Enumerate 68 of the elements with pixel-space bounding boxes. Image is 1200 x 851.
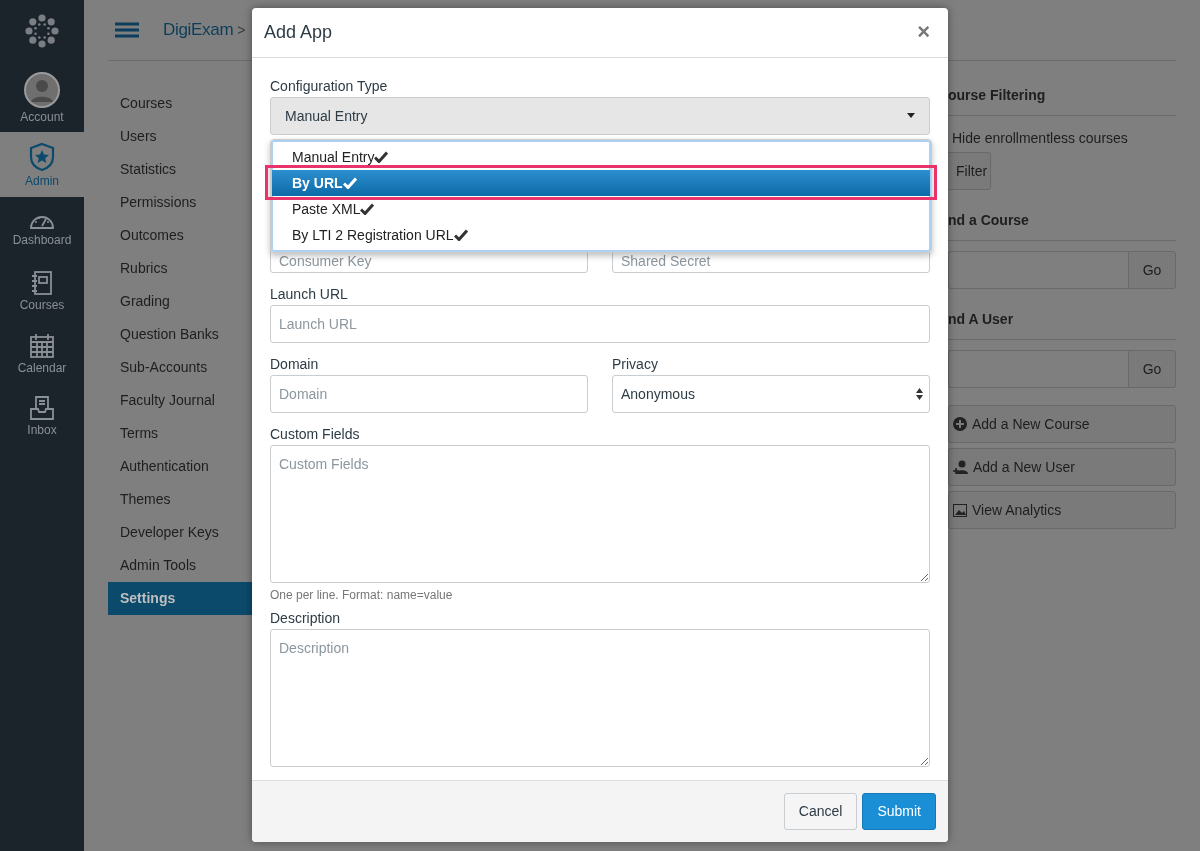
go-button[interactable]: Go xyxy=(1128,350,1176,388)
menu-item[interactable]: Rubrics xyxy=(108,252,252,285)
dropdown-option[interactable]: Paste XML xyxy=(272,195,930,222)
menu-item[interactable]: Users xyxy=(108,120,252,153)
image-icon xyxy=(953,503,967,517)
menu-item[interactable]: Themes xyxy=(108,483,252,516)
plus-circle-icon xyxy=(953,417,967,431)
configuration-type-select[interactable]: Manual Entry xyxy=(270,96,930,135)
menu-item[interactable]: Outcomes xyxy=(108,219,252,252)
custom-fields-area[interactable]: Custom Fields xyxy=(270,444,930,583)
menu-item[interactable]: Developer Keys xyxy=(108,516,252,549)
breadcrumb-link[interactable]: DigiExam xyxy=(163,20,234,40)
field-label: Domain xyxy=(270,355,320,372)
menu-item[interactable]: Faculty Journal xyxy=(108,384,252,417)
privacy-select[interactable]: Anonymous xyxy=(612,374,930,413)
field-label: Privacy xyxy=(612,355,659,372)
menu-item[interactable]: Sub-Accounts xyxy=(108,351,252,384)
field-label: Launch URL xyxy=(270,285,349,302)
launch-url-field[interactable]: Launch URL xyxy=(270,304,930,343)
logo-icon xyxy=(25,14,59,48)
menu-icon[interactable] xyxy=(115,22,139,38)
calendar-icon xyxy=(29,333,55,359)
action-button[interactable]: View Analytics xyxy=(948,491,1176,529)
help-text: One per line. Format: name=value xyxy=(270,587,454,602)
menu-item[interactable]: Admin Tools xyxy=(108,549,252,582)
close-button[interactable]: × xyxy=(911,18,936,47)
course-search-field[interactable] xyxy=(948,251,1128,289)
nav-item[interactable]: Courses xyxy=(0,259,84,322)
nav-item[interactable]: Dashboard xyxy=(0,197,84,259)
action-button[interactable]: Add a New User xyxy=(948,448,1176,486)
menu-item[interactable]: Permissions xyxy=(108,186,252,219)
updown-caret-icon xyxy=(916,387,923,400)
check-icon xyxy=(374,150,389,163)
add-user-icon xyxy=(953,459,968,475)
caret-icon xyxy=(907,113,915,119)
menu-item[interactable]: Settings xyxy=(108,582,252,615)
checkbox-label: Hide enrollmentless courses xyxy=(952,130,1129,146)
domain-field[interactable]: Domain xyxy=(270,374,588,413)
inbox-icon xyxy=(29,395,55,421)
cancel-button[interactable]: Cancel xyxy=(783,792,858,830)
menu-item[interactable]: Terms xyxy=(108,417,252,450)
shield-star-icon xyxy=(28,141,56,172)
submit-button[interactable]: Submit xyxy=(862,792,936,830)
check-icon xyxy=(453,228,468,241)
dropdown-option[interactable]: Manual Entry xyxy=(272,143,930,170)
menu-item[interactable]: Question Banks xyxy=(108,318,252,351)
nav-item[interactable]: Admin xyxy=(0,132,84,197)
dialog-title: Add App xyxy=(264,21,333,43)
description-area[interactable]: Description xyxy=(270,628,930,767)
go-button[interactable]: Go xyxy=(1128,251,1176,289)
menu-item[interactable]: Grading xyxy=(108,285,252,318)
field-label: Description xyxy=(270,609,342,626)
menu-item[interactable]: Courses xyxy=(108,87,252,120)
user-search-field[interactable] xyxy=(948,350,1128,388)
check-icon xyxy=(360,202,375,215)
breadcrumb-separator: > xyxy=(237,22,246,38)
check-icon xyxy=(342,176,357,189)
nav-item[interactable]: Inbox xyxy=(0,386,84,446)
nav-item[interactable]: Account xyxy=(0,64,84,132)
action-button[interactable]: Add a New Course xyxy=(948,405,1176,443)
field-label: Custom Fields xyxy=(270,425,361,442)
avatar-icon xyxy=(24,72,60,108)
dropdown-option[interactable]: By URL xyxy=(272,169,930,196)
field-label: Configuration Type xyxy=(270,77,389,94)
menu-item[interactable]: Authentication xyxy=(108,450,252,483)
notebook-icon xyxy=(30,269,54,296)
menu-item[interactable]: Statistics xyxy=(108,153,252,186)
nav-item[interactable]: Calendar xyxy=(0,322,84,386)
